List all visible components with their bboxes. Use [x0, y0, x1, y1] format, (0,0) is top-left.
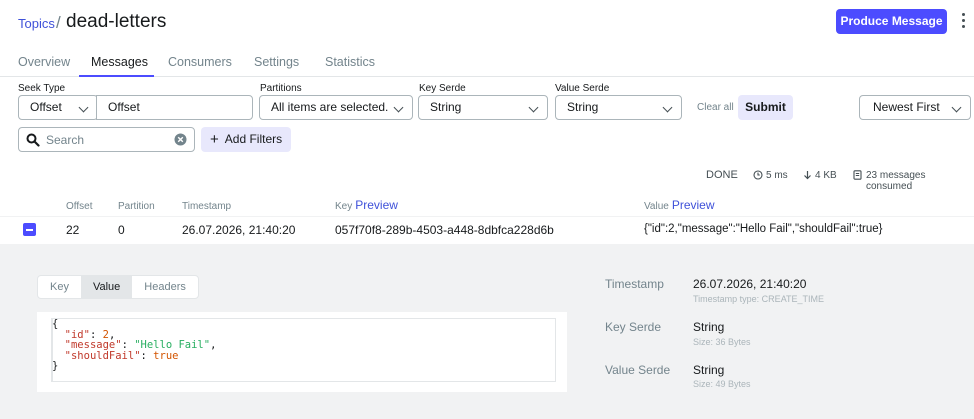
page-header: Topics / dead-letters Produce Message: [0, 0, 974, 44]
tab-settings[interactable]: Settings: [254, 55, 299, 69]
consumer-status: DONE: [706, 169, 738, 181]
tab-overview[interactable]: Overview: [18, 55, 70, 69]
arrow-down-icon: [804, 171, 811, 180]
seek-type-label: Seek Type: [18, 83, 66, 94]
clear-all-button[interactable]: Clear all: [697, 102, 734, 113]
add-filters-label: Add Filters: [224, 132, 283, 146]
seek-type-value: Offset: [30, 100, 62, 114]
column-value: Value Preview: [644, 198, 715, 212]
timestamp-value: 26.07.2026, 21:40:20: [693, 277, 807, 291]
collapse-row-icon[interactable]: [23, 223, 36, 236]
produce-message-button[interactable]: Produce Message: [836, 9, 947, 34]
clear-search-icon[interactable]: [174, 133, 187, 146]
chevron-down-icon: [78, 102, 89, 113]
row-key: 057f70f8-289b-4503-a448-8dbfca228d6b: [335, 223, 554, 237]
key-preview-link[interactable]: Preview: [355, 198, 398, 212]
tab-messages[interactable]: Messages: [91, 55, 148, 69]
tab-value[interactable]: Value: [80, 276, 133, 298]
bytes-consumed: 4 KB: [815, 170, 837, 181]
tab-key[interactable]: Key: [38, 276, 81, 298]
value-serde-label: Value Serde: [555, 83, 610, 94]
row-partition: 0: [118, 223, 125, 237]
column-key-label: Key: [335, 201, 353, 212]
chevron-down-icon: [951, 102, 962, 113]
partitions-label: Partitions: [260, 83, 302, 94]
key-serde-value: String: [430, 100, 462, 114]
key-serde-detail-label: Key Serde: [605, 320, 662, 334]
timestamp-label: Timestamp: [605, 277, 664, 291]
column-partition: Partition: [118, 201, 155, 212]
offset-input[interactable]: Offset: [96, 95, 253, 120]
more-options-icon[interactable]: [961, 13, 967, 31]
chevron-down-icon: [393, 102, 404, 113]
plus-icon: +: [210, 131, 219, 148]
column-timestamp: Timestamp: [182, 201, 232, 212]
value-serde-detail-value: String: [693, 363, 725, 377]
json-viewer: { "id": 2, "message": "Hello Fail", "sho…: [37, 312, 567, 392]
page-title: dead-letters: [66, 11, 167, 32]
search-input[interactable]: [46, 133, 176, 147]
active-tab-indicator: [79, 75, 154, 77]
tab-consumers[interactable]: Consumers: [168, 55, 232, 69]
value-serde-select[interactable]: String: [555, 95, 682, 120]
document-icon: [853, 170, 862, 180]
column-value-label: Value: [644, 201, 669, 212]
elapsed-time: 5 ms: [766, 170, 788, 181]
partitions-select[interactable]: All items are selected.: [259, 95, 413, 120]
row-value: {"id":2,"message":"Hello Fail","shouldFa…: [644, 223, 883, 235]
chevron-down-icon: [662, 102, 673, 113]
key-size: Size: 36 Bytes: [693, 337, 751, 347]
value-serde-detail-label: Value Serde: [605, 363, 671, 377]
column-key: Key Preview: [335, 198, 398, 212]
search-box: [18, 127, 195, 152]
add-filters-button[interactable]: + Add Filters: [201, 127, 291, 152]
column-offset: Offset: [66, 201, 93, 212]
clock-icon: [753, 170, 763, 180]
sort-order-value: Newest First: [873, 100, 940, 114]
key-serde-detail-value: String: [693, 320, 725, 334]
value-size: Size: 49 Bytes: [693, 379, 751, 389]
messages-consumed: 23 messages consumed: [866, 170, 926, 192]
breadcrumb-separator: /: [56, 13, 61, 32]
timestamp-type: Timestamp type: CREATE_TIME: [693, 294, 825, 304]
row-timestamp: 26.07.2026, 21:40:20: [182, 223, 296, 237]
submit-button[interactable]: Submit: [738, 95, 793, 120]
tab-headers[interactable]: Headers: [132, 276, 198, 298]
partitions-value: All items are selected.: [271, 100, 389, 114]
chevron-down-icon: [528, 102, 539, 113]
json-content: { "id": 2, "message": "Hello Fail", "sho…: [52, 318, 217, 372]
message-content-tabs: Key Value Headers: [37, 275, 199, 299]
row-offset: 22: [66, 223, 80, 237]
value-preview-link[interactable]: Preview: [672, 198, 715, 212]
search-icon: [26, 133, 40, 147]
tab-statistics[interactable]: Statistics: [325, 55, 375, 69]
key-serde-select[interactable]: String: [418, 95, 548, 120]
sort-order-select[interactable]: Newest First: [859, 95, 971, 120]
offset-value: Offset: [108, 100, 140, 114]
value-serde-value: String: [567, 100, 599, 114]
topic-tabs: Overview Messages Consumers Settings Sta…: [0, 44, 974, 77]
key-serde-label: Key Serde: [419, 83, 466, 94]
breadcrumb-topics-link[interactable]: Topics: [18, 16, 55, 31]
seek-type-select[interactable]: Offset: [18, 95, 98, 120]
